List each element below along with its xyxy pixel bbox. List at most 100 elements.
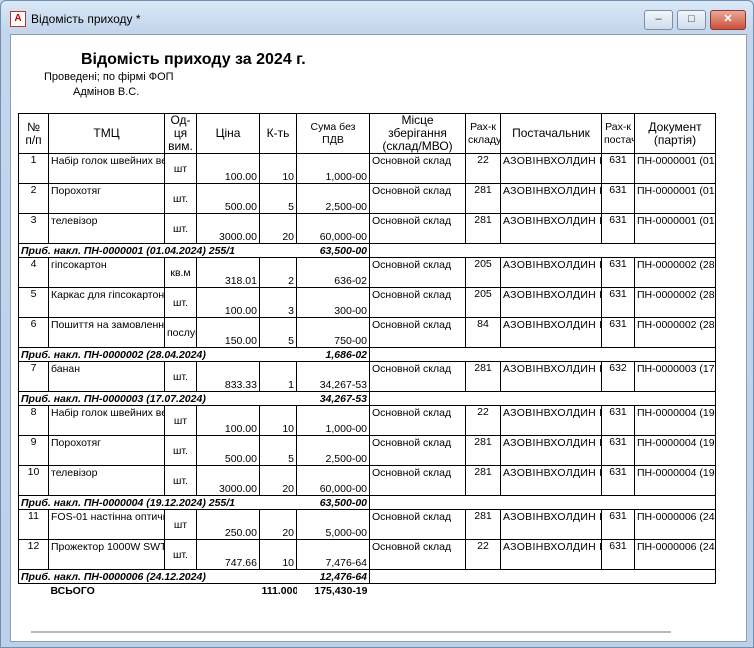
cell-unit: шт. bbox=[164, 361, 197, 392]
cell-place: Основной склад bbox=[369, 317, 466, 348]
grand-total-qty: 111.000 bbox=[261, 584, 297, 597]
maximize-button[interactable]: □ bbox=[677, 10, 706, 30]
report-subtitle-owner: Адмінов В.С. bbox=[73, 86, 140, 98]
cell-sum: 1,000-00 bbox=[296, 153, 370, 184]
column-header: Ціна bbox=[196, 113, 260, 154]
cell-n: 6 bbox=[18, 317, 49, 348]
cell-qty: 3 bbox=[259, 287, 297, 318]
cell-n: 12 bbox=[18, 539, 49, 570]
cell-doc: ПН-0000006 (24.12.24) bbox=[634, 509, 716, 540]
cell-name: банан bbox=[48, 361, 165, 392]
cell-qty: 20 bbox=[259, 213, 297, 244]
cell-sum: 636-02 bbox=[296, 257, 370, 288]
subtotal-amount: 1,686-02 bbox=[296, 347, 370, 362]
cell-doc: ПН-0000002 (28.04.24) bbox=[634, 287, 716, 318]
cell-price: 100.00 bbox=[196, 153, 260, 184]
column-header: Місце зберігання (склад/МВО) bbox=[369, 113, 466, 154]
cell-name: Пошиття на замовлення bbox=[48, 317, 165, 348]
cell-supplier: АЗОВІНВХОЛДИН Г bbox=[500, 213, 602, 244]
column-header: Сума без ПДВ bbox=[296, 113, 370, 154]
subtotal-label: Приб. накл. ПН-0000006 (24.12.2024) bbox=[18, 569, 297, 584]
cell-acc: 22 bbox=[465, 539, 501, 570]
column-header: К-ть bbox=[259, 113, 297, 154]
report-preview: Відомість приходу за 2024 г. Проведені; … bbox=[10, 34, 747, 642]
cell-n: 11 bbox=[18, 509, 49, 540]
cell-place: Основной склад bbox=[369, 257, 466, 288]
column-header: № п/п bbox=[18, 113, 49, 154]
cell-unit: шт. bbox=[164, 435, 197, 466]
table-row[interactable]: 9 Порохотяг шт. 500.00 5 2,500-00 Основной скл… bbox=[18, 435, 716, 466]
table-row[interactable]: 3 телевізор шт. 3000.00 20 60,000-00 Основной … bbox=[18, 213, 716, 244]
cell-place: Основной склад bbox=[369, 183, 466, 214]
cell-name: Набір голок швейних великий bbox=[48, 153, 165, 184]
cell-sum: 300-00 bbox=[296, 287, 370, 318]
cell-n: 9 bbox=[18, 435, 49, 466]
table-row[interactable]: 5 Каркас для гіпсокартону шт. 100.00 3 300-00… bbox=[18, 287, 716, 318]
subtotal-label: Приб. накл. ПН-0000003 (17.07.2024) bbox=[18, 391, 297, 406]
table-row[interactable]: 8Набір голок швейних великийшт100.00101,… bbox=[18, 405, 716, 436]
cell-acc: 281 bbox=[465, 509, 501, 540]
grand-total-label: ВСЬОГО bbox=[50, 584, 95, 597]
minimize-button[interactable]: – bbox=[644, 10, 673, 30]
table-row[interactable]: 10 телевізор шт. 3000.00 20 60,000-00 Основной… bbox=[18, 465, 716, 496]
report-subtitle-filter: Проведені; по фірмі ФОП bbox=[44, 71, 174, 83]
cell-qty: 10 bbox=[259, 153, 297, 184]
table-row[interactable]: 11FOS-01 настінна оптичні розетка,шт250.… bbox=[18, 509, 716, 540]
table-row[interactable]: 7 банан шт. 833.33 1 34,267-53 Основной склад 2… bbox=[18, 361, 716, 392]
grand-total-row: ВСЬОГО 111.000 175,430-19 bbox=[19, 584, 716, 599]
cell-sum: 750-00 bbox=[296, 317, 370, 348]
cell-price: 500.00 bbox=[196, 183, 260, 214]
cell-supplier: АЗОВІНВХОЛДИН Г bbox=[500, 183, 602, 214]
grand-total-pad bbox=[370, 584, 716, 599]
table-row[interactable]: 2 Порохотяг шт. 500.00 5 2,500-00 Основной скл… bbox=[18, 183, 716, 214]
cell-name: телевізор bbox=[48, 465, 165, 496]
cell-doc: ПН-0000003 (17.07.24) bbox=[634, 361, 716, 392]
subtotal-row: Приб. накл. ПН-0000004 (19.12.2024) 255/… bbox=[18, 495, 716, 510]
cell-price: 500.00 bbox=[196, 435, 260, 466]
cell-doc: ПН-0000002 (28.04.24) bbox=[634, 317, 716, 348]
cell-qty: 10 bbox=[259, 539, 297, 570]
grand-total-empty bbox=[19, 584, 49, 599]
cell-qty: 2 bbox=[259, 257, 297, 288]
cell-doc: ПН-0000001 (01.04.24) bbox=[634, 183, 716, 214]
cell-acc: 84 bbox=[465, 317, 501, 348]
column-header: ТМЦ bbox=[48, 113, 165, 154]
close-button[interactable]: ✕ bbox=[710, 10, 746, 30]
cell-place: Основной склад bbox=[369, 213, 466, 244]
cell-supplier: АЗОВІНВХОЛДИН Г bbox=[500, 509, 602, 540]
cell-price: 3000.00 bbox=[196, 465, 260, 496]
table-row[interactable]: 4 гіпсокартон кв.м 318.01 2 636-02 Основной ск… bbox=[18, 257, 716, 288]
cell-qty: 20 bbox=[259, 465, 297, 496]
column-header: Рах-к складу bbox=[465, 113, 501, 154]
cell-acc2: 631 bbox=[601, 213, 635, 244]
cell-acc2: 631 bbox=[601, 317, 635, 348]
cell-acc2: 631 bbox=[601, 539, 635, 570]
cell-sum: 2,500-00 bbox=[296, 183, 370, 214]
cell-price: 100.00 bbox=[196, 405, 260, 436]
table-row[interactable]: 12Прожектор 1000W SWT-MAX7%шт.747.66107,… bbox=[18, 539, 716, 570]
cell-place: Основной склад bbox=[369, 405, 466, 436]
cell-unit: послуга bbox=[164, 317, 197, 348]
cell-n: 10 bbox=[18, 465, 49, 496]
cell-supplier: АЗОВІНВХОЛДИН Г bbox=[500, 465, 602, 496]
cell-price: 250.00 bbox=[196, 509, 260, 540]
cell-acc: 205 bbox=[465, 287, 501, 318]
subtotal-row: Приб. накл. ПН-0000006 (24.12.2024) 12,47… bbox=[18, 569, 716, 584]
app-icon[interactable]: A bbox=[10, 11, 26, 27]
cell-acc2: 631 bbox=[601, 435, 635, 466]
title-bar[interactable]: A Відомість приходу * – □ ✕ bbox=[1, 1, 753, 33]
subtotal-label: Приб. накл. ПН-0000002 (28.04.2024) bbox=[18, 347, 297, 362]
cell-acc2: 631 bbox=[601, 509, 635, 540]
cell-acc: 281 bbox=[465, 361, 501, 392]
table-row[interactable]: 6Пошиття на замовленняпослуга150.005750-… bbox=[18, 317, 716, 348]
cell-acc: 281 bbox=[465, 465, 501, 496]
cell-price: 100.00 bbox=[196, 287, 260, 318]
report-table: № п/п ТМЦ Од-ця вим. Ціна К-ть Сума без ПДВ Мі… bbox=[18, 113, 716, 598]
cell-acc2: 631 bbox=[601, 405, 635, 436]
cell-sum: 2,500-00 bbox=[296, 435, 370, 466]
subtotal-amount: 34,267-53 bbox=[296, 391, 370, 406]
window-title: Відомість приходу * bbox=[31, 12, 141, 26]
report-window: A Відомість приходу * – □ ✕ Відомість пр… bbox=[0, 0, 754, 648]
cell-qty: 20 bbox=[259, 509, 297, 540]
table-row[interactable]: 1Набір голок швейних великийшт100.00101,… bbox=[18, 153, 716, 184]
